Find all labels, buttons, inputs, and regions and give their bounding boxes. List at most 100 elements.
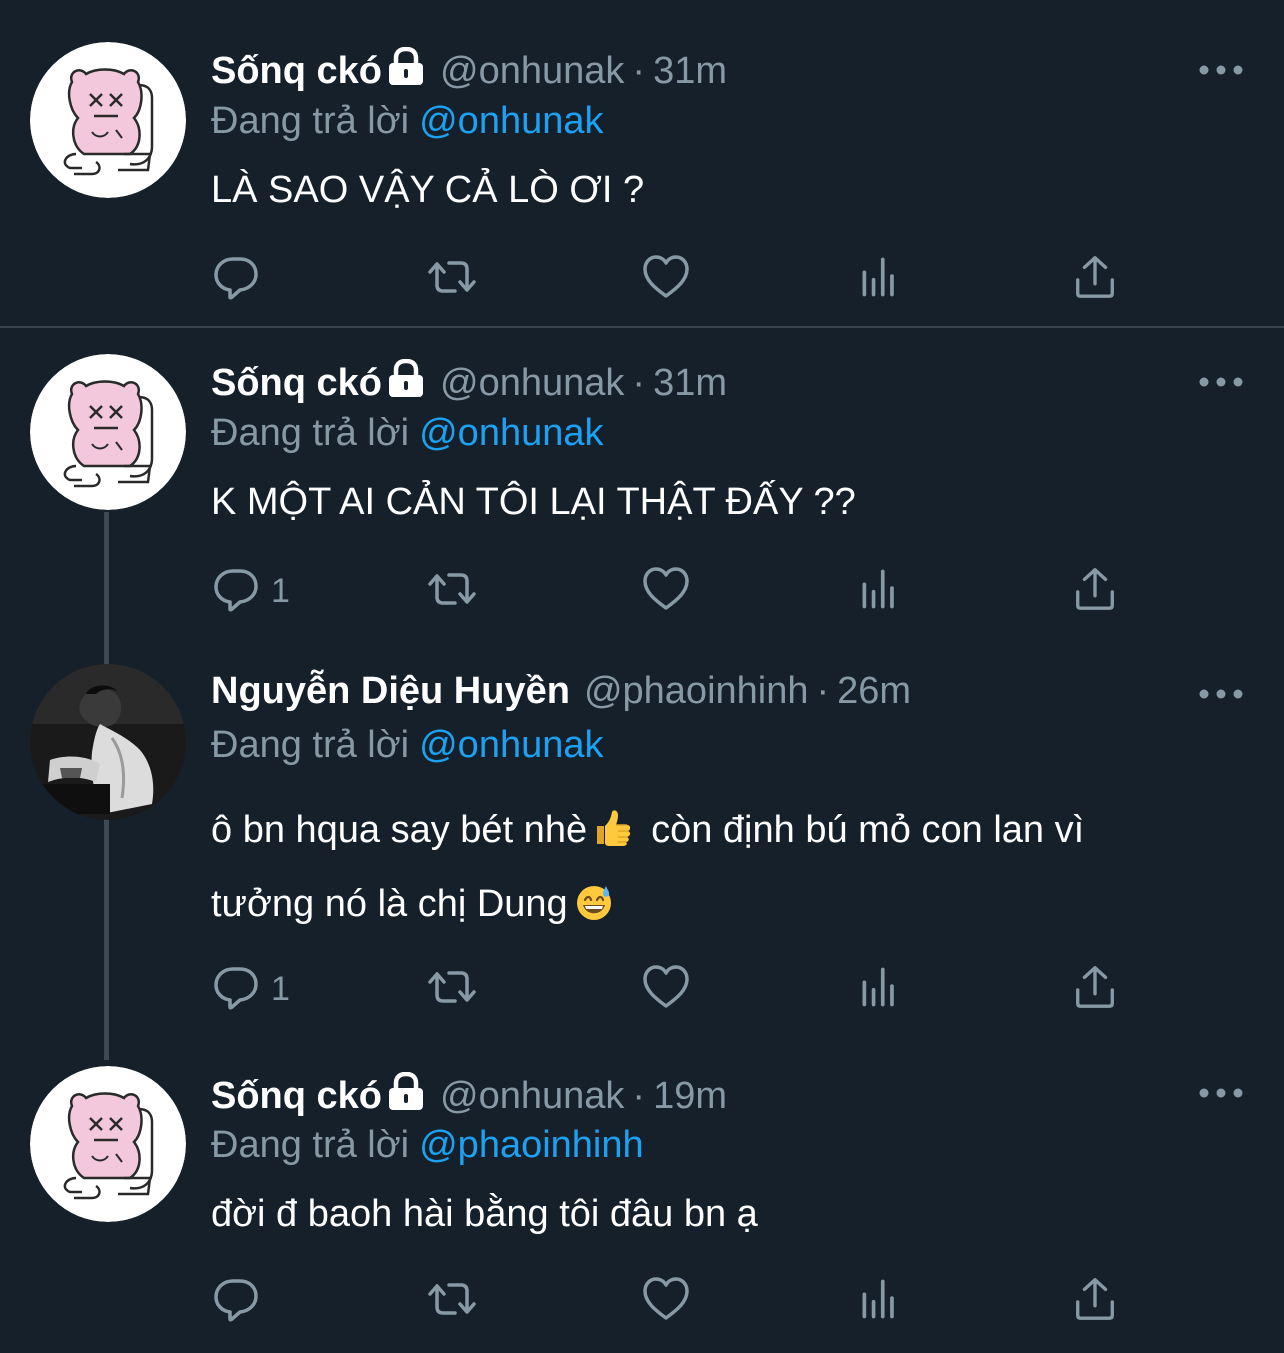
reply-count: 1: [271, 969, 290, 1008]
separator-dot: ·: [632, 362, 646, 404]
share-button[interactable]: [1071, 964, 1119, 1014]
reply-icon: [211, 252, 261, 307]
monochrome-photo-avatar-icon: [30, 664, 186, 820]
tweet-text: K MỘT AI CẢN TÔI LẠI THẬT ĐẤY ??: [211, 481, 856, 523]
pink-cartoon-avatar-icon: [30, 1066, 186, 1222]
separator-dot: ·: [816, 670, 830, 712]
mention-link[interactable]: @onhunak: [419, 100, 603, 142]
more-options-icon[interactable]: [1198, 687, 1244, 699]
tweet-header: Sốnq ckó @onhunak · 31m: [211, 358, 727, 408]
analytics-button[interactable]: [857, 1276, 903, 1326]
avatar[interactable]: [30, 354, 186, 510]
more-options-icon[interactable]: [1198, 375, 1244, 387]
like-button[interactable]: [641, 254, 691, 304]
more-options-icon[interactable]: [1198, 1086, 1244, 1098]
tweet-2[interactable]: Sốnq ckó @onhunak · 31m Đang trả lời @onhuna…: [0, 328, 1284, 652]
pink-cartoon-avatar-icon: [30, 354, 186, 510]
user-handle[interactable]: @onhunak: [440, 50, 624, 92]
timestamp[interactable]: 19m: [653, 1075, 727, 1117]
mention-link[interactable]: @phaoinhinh: [419, 1124, 644, 1166]
heart-icon: [641, 962, 691, 1017]
analytics-button[interactable]: [857, 964, 903, 1014]
avatar[interactable]: [30, 664, 186, 820]
action-bar: [211, 1276, 1131, 1326]
replying-to: Đang trả lời @phaoinhinh: [211, 1120, 644, 1170]
action-bar: [211, 254, 1131, 304]
pink-cartoon-avatar-icon: [30, 42, 186, 198]
tweet-text-segment: tưởng nó là chị Dung: [211, 883, 568, 925]
analytics-icon: [857, 962, 903, 1017]
reply-icon: [211, 962, 261, 1017]
avatar[interactable]: [30, 42, 186, 198]
more-options-icon[interactable]: [1198, 63, 1244, 75]
like-button[interactable]: [641, 964, 691, 1014]
mention-link[interactable]: @onhunak: [419, 412, 603, 454]
separator-dot: ·: [632, 1075, 646, 1117]
analytics-icon: [857, 564, 903, 619]
retweet-button[interactable]: [425, 254, 479, 304]
share-icon: [1071, 962, 1119, 1017]
avatar[interactable]: [30, 1066, 186, 1222]
reply-icon: [211, 1274, 261, 1329]
replying-to: Đang trả lời @onhunak: [211, 408, 604, 458]
share-icon: [1071, 564, 1119, 619]
separator-dot: ·: [632, 50, 646, 92]
timestamp[interactable]: 31m: [653, 50, 727, 92]
tweet-text-segment: ô bn hqua say bét nhè: [211, 809, 588, 851]
action-bar: 1: [211, 964, 1131, 1014]
tweet-header: Sốnq ckó @onhunak · 19m: [211, 1071, 727, 1121]
timestamp[interactable]: 31m: [653, 362, 727, 404]
thumbs-up-emoji: [593, 802, 633, 870]
user-handle[interactable]: @onhunak: [440, 1075, 624, 1117]
analytics-button[interactable]: [857, 254, 903, 304]
share-icon: [1071, 1274, 1119, 1329]
retweet-icon: [425, 564, 479, 619]
like-button[interactable]: [641, 1276, 691, 1326]
display-name[interactable]: Nguyễn Diệu Huyền: [211, 670, 570, 712]
reply-button[interactable]: [211, 254, 261, 304]
lock-icon: [386, 359, 426, 412]
replying-prefix: Đang trả lời: [211, 724, 410, 766]
user-handle[interactable]: @phaoinhinh: [584, 670, 809, 712]
share-button[interactable]: [1071, 1276, 1119, 1326]
display-name[interactable]: Sốnq ckó: [211, 362, 382, 404]
heart-icon: [641, 564, 691, 619]
analytics-button[interactable]: [857, 566, 903, 616]
retweet-icon: [425, 962, 479, 1017]
retweet-button[interactable]: [425, 566, 479, 616]
replying-to: Đang trả lời @onhunak: [211, 720, 604, 770]
retweet-button[interactable]: [425, 964, 479, 1014]
tweet-1[interactable]: Sốnq ckó @onhunak · 31m Đang trả lời @onhuna…: [0, 0, 1284, 328]
tweet-text-line-1: ô bn hqua say bét nhè còn định bú mỏ con …: [211, 796, 1251, 870]
reply-button[interactable]: 1: [211, 964, 290, 1014]
share-button[interactable]: [1071, 566, 1119, 616]
tweet-header: Sốnq ckó @onhunak · 31m: [211, 46, 727, 96]
tweet-text-line-2: tưởng nó là chị Dung: [211, 870, 1251, 944]
mention-link[interactable]: @onhunak: [419, 724, 603, 766]
like-button[interactable]: [641, 566, 691, 616]
display-name[interactable]: Sốnq ckó: [211, 1075, 382, 1117]
retweet-icon: [425, 252, 479, 307]
replying-prefix: Đang trả lời: [211, 1124, 410, 1166]
tweet-header: Nguyễn Diệu Huyền @phaoinhinh · 26m: [211, 666, 911, 716]
share-icon: [1071, 252, 1119, 307]
heart-icon: [641, 252, 691, 307]
retweet-icon: [425, 1274, 479, 1329]
retweet-button[interactable]: [425, 1276, 479, 1326]
tweet-text-segment: còn định bú mỏ con lan vì: [651, 809, 1085, 851]
lock-icon: [386, 1072, 426, 1125]
reply-button[interactable]: [211, 1276, 261, 1326]
tweet-text: đời đ baoh hài bằng tôi đâu bn ạ: [211, 1193, 758, 1235]
tweet-4[interactable]: Sốnq ckó @onhunak · 19m Đang trả lời @phaoin…: [0, 1048, 1284, 1353]
reply-button[interactable]: 1: [211, 566, 290, 616]
replying-prefix: Đang trả lời: [211, 412, 410, 454]
grinning-sweat-emoji: [574, 876, 614, 944]
analytics-icon: [857, 252, 903, 307]
replying-prefix: Đang trả lời: [211, 100, 410, 142]
tweet-text: LÀ SAO VẬY CẢ LÒ ƠI ?: [211, 169, 645, 211]
user-handle[interactable]: @onhunak: [440, 362, 624, 404]
timestamp[interactable]: 26m: [837, 670, 911, 712]
share-button[interactable]: [1071, 254, 1119, 304]
display-name[interactable]: Sốnq ckó: [211, 50, 382, 92]
tweet-3[interactable]: Nguyễn Diệu Huyền @phaoinhinh · 26m Đang tr…: [0, 652, 1284, 1048]
